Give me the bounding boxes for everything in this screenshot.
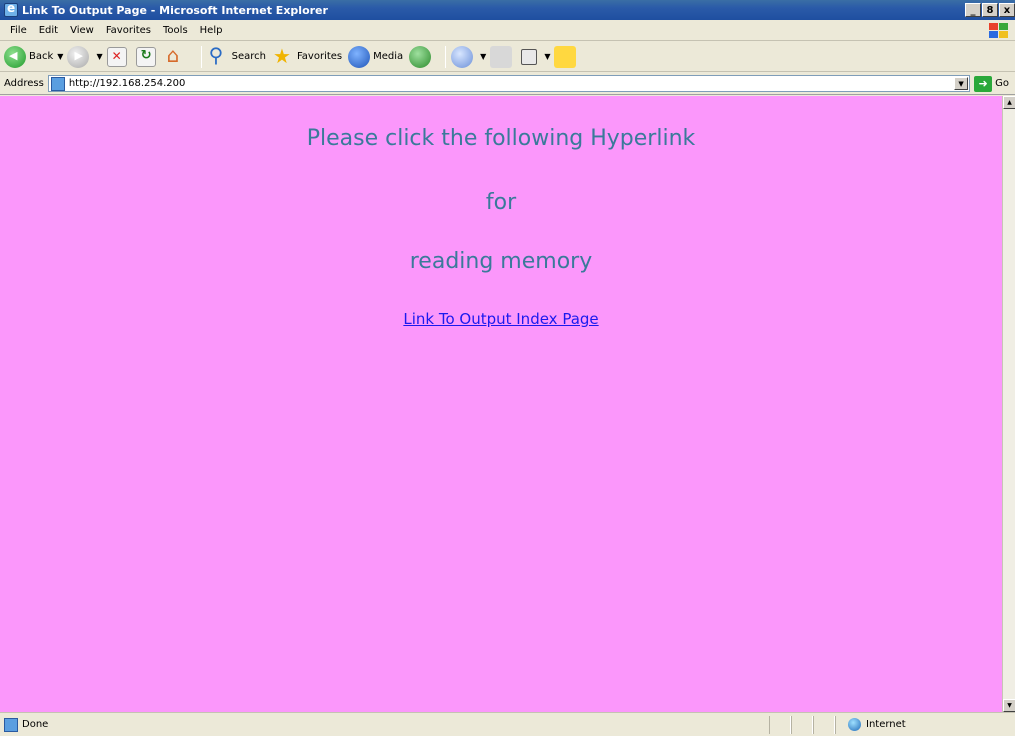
maximize-button[interactable]: 8 bbox=[982, 3, 998, 17]
mail-icon bbox=[451, 45, 474, 68]
vertical-scrollbar[interactable]: ▲ ▼ bbox=[1002, 96, 1015, 712]
edit-dropdown-icon[interactable]: ▼ bbox=[544, 52, 550, 61]
status-panel bbox=[813, 715, 835, 734]
media-label: Media bbox=[373, 51, 404, 62]
menu-favorites[interactable]: Favorites bbox=[100, 25, 157, 36]
search-icon bbox=[207, 43, 229, 68]
status-bar: Done Internet bbox=[0, 712, 1015, 736]
menu-tools[interactable]: Tools bbox=[157, 25, 194, 36]
mail-button[interactable] bbox=[451, 45, 476, 68]
stop-icon bbox=[106, 46, 127, 67]
go-button[interactable]: ➜ Go bbox=[974, 75, 1009, 92]
window-controls: _ 8 x bbox=[964, 3, 1015, 17]
back-arrow-icon bbox=[4, 45, 26, 68]
status-panel bbox=[791, 715, 813, 734]
toolbar: Back ▼ ▼ Search Favorites Media ▼ ▼ bbox=[0, 42, 1015, 72]
menu-bar: File Edit View Favorites Tools Help bbox=[0, 20, 1015, 41]
window-title: Link To Output Page - Microsoft Internet… bbox=[22, 3, 328, 17]
address-label: Address bbox=[4, 78, 44, 89]
forward-button[interactable] bbox=[67, 45, 92, 68]
back-dropdown-icon[interactable]: ▼ bbox=[57, 52, 63, 61]
windows-logo-icon bbox=[987, 22, 1009, 39]
menu-edit[interactable]: Edit bbox=[33, 25, 64, 36]
message-line-2: for bbox=[485, 190, 517, 215]
refresh-button[interactable] bbox=[135, 46, 159, 67]
forward-dropdown-icon[interactable]: ▼ bbox=[96, 52, 102, 61]
favorites-button[interactable]: Favorites bbox=[272, 44, 343, 68]
go-arrow-icon: ➜ bbox=[974, 75, 993, 92]
back-label: Back bbox=[29, 51, 54, 62]
search-label: Search bbox=[231, 51, 266, 62]
title-bar: Link To Output Page - Microsoft Internet… bbox=[0, 0, 1015, 20]
page-content: Please click the following Hyperlink for… bbox=[0, 96, 1002, 712]
scroll-down-icon[interactable]: ▼ bbox=[1003, 699, 1015, 712]
forward-arrow-icon bbox=[67, 45, 90, 68]
page-icon bbox=[50, 76, 65, 91]
note-icon bbox=[554, 45, 577, 68]
message-line-3: reading memory bbox=[409, 249, 593, 274]
print-icon bbox=[490, 45, 513, 68]
address-input[interactable]: http://192.168.254.200 ▼ bbox=[47, 75, 971, 92]
status-text: Done bbox=[22, 719, 49, 730]
zone-label: Internet bbox=[866, 719, 906, 730]
search-button[interactable]: Search bbox=[207, 43, 266, 68]
message-line-1: Please click the following Hyperlink bbox=[306, 126, 696, 151]
toolbar-separator bbox=[445, 45, 447, 68]
edit-button[interactable] bbox=[521, 48, 540, 65]
address-bar: Address http://192.168.254.200 ▼ ➜ Go bbox=[0, 73, 1015, 95]
menu-help[interactable]: Help bbox=[194, 25, 229, 36]
refresh-icon bbox=[135, 46, 156, 67]
back-button[interactable]: Back bbox=[4, 45, 54, 68]
menu-file[interactable]: File bbox=[4, 25, 33, 36]
globe-icon bbox=[848, 718, 861, 731]
security-zone: Internet bbox=[835, 715, 1015, 734]
discuss-button[interactable] bbox=[554, 45, 579, 68]
go-label: Go bbox=[995, 78, 1009, 89]
home-icon bbox=[165, 43, 187, 68]
home-button[interactable] bbox=[165, 43, 190, 68]
toolbar-separator bbox=[200, 45, 202, 68]
ie-icon bbox=[4, 1, 18, 17]
minimize-button[interactable]: _ bbox=[965, 3, 981, 17]
edit-icon bbox=[521, 48, 538, 65]
mail-dropdown-icon[interactable]: ▼ bbox=[480, 52, 486, 61]
history-icon bbox=[409, 45, 432, 68]
address-url: http://192.168.254.200 bbox=[68, 78, 186, 89]
stop-button[interactable] bbox=[106, 46, 130, 67]
favorites-star-icon bbox=[272, 44, 294, 68]
output-index-link[interactable]: Link To Output Index Page bbox=[0, 310, 1002, 328]
history-button[interactable] bbox=[409, 45, 434, 68]
scroll-up-icon[interactable]: ▲ bbox=[1003, 96, 1015, 109]
print-button[interactable] bbox=[490, 45, 515, 68]
address-dropdown-icon[interactable]: ▼ bbox=[954, 77, 969, 90]
favorites-label: Favorites bbox=[296, 51, 343, 62]
status-panel bbox=[769, 715, 791, 734]
media-icon bbox=[348, 45, 371, 68]
close-button[interactable]: x bbox=[999, 3, 1015, 17]
menu-view[interactable]: View bbox=[64, 25, 100, 36]
page-status-icon bbox=[4, 717, 18, 732]
media-button[interactable]: Media bbox=[348, 45, 404, 68]
